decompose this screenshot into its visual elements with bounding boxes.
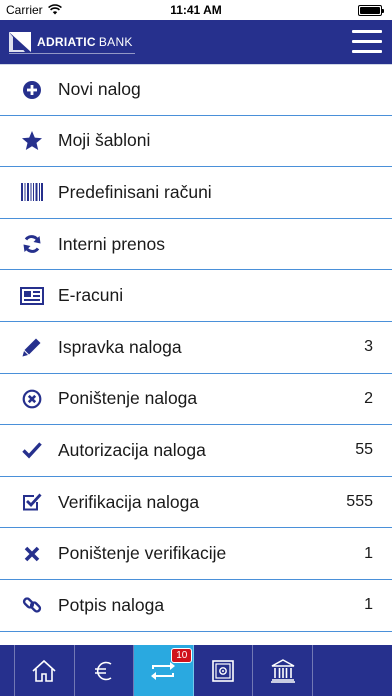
menu-item-label: Potpis naloga	[58, 594, 165, 615]
menu-item-label: Interni prenos	[58, 233, 166, 254]
menu-item-autorizacija-naloga[interactable]: Autorizacija naloga 55	[0, 425, 392, 477]
status-bar: Carrier 11:41 AM	[0, 0, 392, 20]
menu-item-label: Novi nalog	[58, 79, 141, 100]
menu-list: Novi nalog Moji šabloni Predefinisani ra…	[0, 64, 392, 644]
menu-item-partial	[0, 632, 392, 644]
safe-icon	[212, 659, 234, 682]
bank-logo-icon	[9, 32, 31, 52]
menu-item-label: E-racuni	[58, 285, 124, 306]
tab-bar-edge	[0, 645, 15, 696]
menu-item-ponistenje-naloga[interactable]: Poništenje naloga 2	[0, 374, 392, 426]
menu-item-ponistenje-verifikacije[interactable]: Poništenje verifikacije 1	[0, 528, 392, 580]
tab-home[interactable]	[15, 645, 75, 696]
menu-item-ispravka-naloga[interactable]: Ispravka naloga 3	[0, 322, 392, 374]
battery-icon	[358, 5, 384, 16]
menu-item-potpis-naloga[interactable]: Potpis naloga 1	[0, 580, 392, 632]
menu-item-label: Predefinisani računi	[58, 181, 212, 202]
refresh-icon	[20, 232, 44, 256]
menu-item-count: 1	[364, 544, 373, 562]
bank-building-icon	[270, 658, 295, 683]
menu-item-label: Poništenje verifikacije	[58, 543, 227, 564]
barcode-icon	[20, 180, 44, 204]
tab-bar-edge	[313, 645, 328, 696]
menu-item-label: Poništenje naloga	[58, 388, 198, 409]
checkbox-icon	[20, 490, 44, 514]
menu-item-label: Verifikacija naloga	[58, 491, 200, 512]
brand-underline	[9, 53, 135, 54]
menu-item-count: 555	[346, 493, 373, 511]
menu-item-count: 55	[355, 441, 373, 459]
x-mark-icon	[20, 542, 44, 566]
home-icon	[32, 659, 56, 682]
tab-transfers[interactable]: 10	[134, 645, 194, 696]
menu-item-count: 3	[364, 338, 373, 356]
menu-item-e-racuni[interactable]: E-racuni	[0, 270, 392, 322]
menu-item-moji-sabloni[interactable]: Moji šabloni	[0, 116, 392, 168]
menu-item-label: Autorizacija naloga	[58, 439, 206, 460]
brand-logo: ADRIATIC BANK	[9, 32, 133, 52]
star-icon	[20, 129, 44, 153]
brand-name-strong: ADRIATIC	[37, 35, 96, 49]
x-circle-icon	[20, 387, 44, 411]
menu-item-count: 2	[364, 389, 373, 407]
menu-item-novi-nalog[interactable]: Novi nalog	[0, 64, 392, 116]
menu-item-label: Moji šabloni	[58, 130, 151, 151]
menu-item-verifikacija-naloga[interactable]: Verifikacija naloga 555	[0, 477, 392, 529]
menu-item-count: 1	[364, 596, 373, 614]
pencil-icon	[20, 335, 44, 359]
notification-badge: 10	[171, 648, 193, 663]
tab-currency[interactable]	[75, 645, 135, 696]
menu-item-predefinisani-racuni[interactable]: Predefinisani računi	[0, 167, 392, 219]
clock-time: 11:41 AM	[170, 3, 222, 17]
checkmark-icon	[20, 438, 44, 462]
newspaper-icon	[20, 284, 44, 308]
plus-circle-icon	[20, 78, 44, 102]
link-icon	[20, 593, 44, 617]
euro-icon	[94, 661, 112, 680]
hamburger-menu-icon[interactable]	[352, 30, 382, 54]
tab-safe[interactable]	[194, 645, 254, 696]
menu-item-label: Ispravka naloga	[58, 336, 182, 357]
menu-item-interni-prenos[interactable]: Interni prenos	[0, 219, 392, 271]
brand-name: ADRIATIC BANK	[37, 35, 133, 49]
brand-name-light: BANK	[98, 35, 133, 49]
tab-bar: 10	[0, 645, 392, 696]
app-header: ADRIATIC BANK	[0, 20, 392, 64]
tab-bank[interactable]	[253, 645, 313, 696]
